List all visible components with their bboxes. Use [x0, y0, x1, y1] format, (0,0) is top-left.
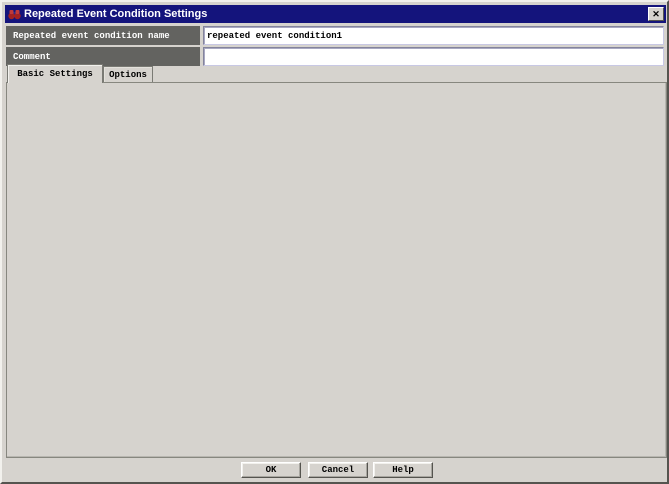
condition-name-label: Repeated event condition name	[6, 26, 200, 45]
tab-basic-settings[interactable]: Basic Settings	[7, 64, 103, 83]
condition-name-input[interactable]	[203, 26, 664, 45]
cancel-button[interactable]: Cancel	[308, 462, 368, 478]
basic-settings-panel	[6, 82, 667, 458]
help-button[interactable]: Help	[373, 462, 433, 478]
titlebar: Repeated Event Condition Settings ✕	[5, 5, 666, 23]
ok-button[interactable]: OK	[241, 462, 301, 478]
app-icon	[8, 8, 21, 21]
close-button[interactable]: ✕	[648, 7, 664, 21]
tab-options[interactable]: Options	[103, 66, 153, 83]
dialog-window: Repeated Event Condition Settings ✕ Repe…	[0, 0, 669, 484]
comment-input[interactable]	[203, 47, 664, 66]
window-title: Repeated Event Condition Settings	[24, 8, 207, 20]
close-icon: ✕	[652, 10, 660, 19]
